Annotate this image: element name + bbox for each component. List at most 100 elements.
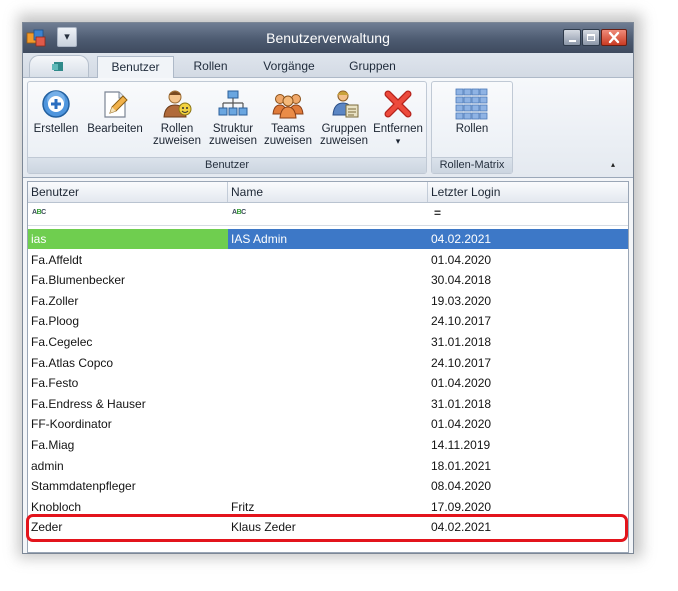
- tab-rollen[interactable]: Rollen: [178, 56, 243, 78]
- user-cell: Fa.Festo: [31, 376, 79, 391]
- tab-vorgaenge[interactable]: Vorgänge: [249, 56, 329, 78]
- name-cell: [228, 353, 428, 373]
- text-filter-icon: ABC: [232, 209, 246, 216]
- selected-table-row[interactable]: ias IAS Admin 04.02.2021: [28, 229, 628, 249]
- assign-roles-label-2: zuweisen: [153, 135, 201, 147]
- table-row[interactable]: FF-Koordinator 01.04.2020: [28, 414, 628, 434]
- table-row[interactable]: Fa.Affeldt 01.04.2020: [28, 250, 628, 270]
- assign-roles-button[interactable]: Rollen zuweisen: [148, 84, 206, 147]
- ribbon-group-rollen-matrix: Rollen Rollen-Matrix: [431, 81, 513, 174]
- assign-structure-label-2: zuweisen: [209, 135, 257, 147]
- assign-teams-label-2: zuweisen: [264, 135, 312, 147]
- table-row[interactable]: Fa.Atlas Copco 24.10.2017: [28, 353, 628, 373]
- login-cell: 01.04.2020: [431, 376, 492, 391]
- user-cell: Fa.Miag: [31, 438, 75, 452]
- roles-matrix-button[interactable]: Rollen: [438, 84, 506, 135]
- login-cell: 19.03.2020: [431, 293, 492, 308]
- table-row[interactable]: Fa.Blumenbecker 30.04.2018: [28, 270, 628, 290]
- filter-cell-letzter-login[interactable]: =: [428, 203, 628, 225]
- name-cell: [228, 311, 428, 331]
- edit-label: Bearbeiten: [87, 123, 143, 135]
- filter-cell-name[interactable]: ABC: [228, 203, 428, 225]
- window-title: Benutzerverwaltung: [266, 30, 390, 46]
- delete-icon: [384, 90, 412, 118]
- minimize-button[interactable]: [563, 29, 581, 46]
- name-cell: [228, 373, 428, 393]
- file-menu-tab[interactable]: [29, 55, 89, 77]
- remove-button[interactable]: Entfernen ▾: [370, 84, 426, 147]
- column-header-benutzer[interactable]: Benutzer: [28, 182, 228, 202]
- table-row[interactable]: Fa.Ploog 24.10.2017: [28, 311, 628, 331]
- table-row[interactable]: Fa.Miag 14.11.2019: [28, 435, 628, 455]
- name-cell: IAS Admin: [231, 232, 288, 246]
- minimize-icon: [569, 40, 576, 42]
- collapse-ribbon-icon[interactable]: ▴: [611, 160, 615, 169]
- matrix-grid-icon: [455, 88, 488, 120]
- login-cell: 18.01.2021: [431, 458, 492, 473]
- table-row[interactable]: Fa.Endress & Hauser 31.01.2018: [28, 394, 628, 414]
- user-cell: Stammdatenpfleger: [31, 479, 136, 494]
- assign-groups-button[interactable]: Gruppen zuweisen: [316, 84, 372, 147]
- login-cell: 01.04.2020: [431, 252, 492, 267]
- user-cell: Fa.Blumenbecker: [31, 273, 126, 288]
- users-grid: Benutzer Name Letzter Login ABC ABC = ia…: [27, 181, 629, 553]
- table-row[interactable]: Fa.Cegelec 31.01.2018: [28, 332, 628, 352]
- edit-user-button[interactable]: Bearbeiten: [84, 84, 146, 135]
- assign-teams-button[interactable]: Teams zuweisen: [260, 84, 316, 147]
- assign-groups-label-1: Gruppen: [321, 123, 367, 135]
- app-file-icon: [52, 62, 63, 71]
- user-cell: admin: [31, 458, 64, 473]
- filter-row: ABC ABC =: [28, 203, 628, 226]
- equals-filter-icon: =: [434, 206, 442, 220]
- ribbon-group-benutzer: Erstellen Bearbeiten Rollen zuweisen Str…: [27, 81, 427, 174]
- ribbon-tab-strip: Benutzer Rollen Vorgänge Gruppen: [23, 53, 633, 78]
- ribbon-group-label-benutzer: Benutzer: [28, 157, 426, 173]
- text-filter-icon: ABC: [32, 209, 46, 216]
- name-cell: [228, 332, 428, 352]
- group-icon: [332, 90, 359, 118]
- table-row[interactable]: Stammdatenpfleger 08.04.2020: [28, 476, 628, 496]
- close-icon: [608, 31, 620, 44]
- edit-icon: [104, 91, 128, 118]
- user-cell: Fa.Zoller: [31, 293, 79, 308]
- grid-header: Benutzer Name Letzter Login: [28, 182, 628, 203]
- highlight-box: [26, 514, 628, 542]
- create-label: Erstellen: [33, 123, 79, 135]
- login-cell: 30.04.2018: [431, 273, 492, 288]
- user-cell: Fa.Endress & Hauser: [31, 396, 146, 411]
- name-cell: [228, 270, 428, 290]
- name-cell: [228, 394, 428, 414]
- assign-structure-button[interactable]: Struktur zuweisen: [206, 84, 260, 147]
- login-cell: 31.01.2018: [431, 396, 492, 411]
- column-header-letzter-login[interactable]: Letzter Login: [428, 182, 628, 202]
- user-cell: Fa.Cegelec: [31, 335, 93, 349]
- user-roles-icon: [163, 90, 192, 118]
- login-cell: 08.04.2020: [431, 479, 492, 494]
- maximize-button[interactable]: [582, 29, 600, 46]
- roles-matrix-label: Rollen: [455, 123, 489, 135]
- ribbon: Erstellen Bearbeiten Rollen zuweisen Str…: [23, 78, 633, 178]
- user-cell: ias: [28, 229, 228, 249]
- tab-benutzer[interactable]: Benutzer: [97, 56, 174, 78]
- name-cell: [228, 476, 428, 496]
- maximize-icon: [587, 34, 595, 41]
- add-icon: [42, 90, 70, 118]
- close-button[interactable]: [601, 29, 627, 46]
- assign-groups-label-2: zuweisen: [320, 135, 368, 147]
- remove-dropdown-icon[interactable]: ▾: [396, 136, 401, 146]
- login-cell: 14.11.2019: [431, 438, 491, 452]
- assign-structure-label-1: Struktur: [212, 123, 254, 135]
- login-cell: 31.01.2018: [431, 335, 492, 349]
- title-bar[interactable]: ▾ Benutzerverwaltung: [23, 23, 633, 53]
- filter-cell-benutzer[interactable]: ABC: [28, 203, 228, 225]
- tab-gruppen[interactable]: Gruppen: [335, 56, 410, 78]
- assign-teams-label-1: Teams: [271, 123, 305, 135]
- table-row[interactable]: Fa.Festo 01.04.2020: [28, 373, 628, 393]
- login-cell: 04.02.2021: [431, 232, 492, 246]
- table-row[interactable]: Fa.Zoller 19.03.2020: [28, 291, 628, 311]
- org-structure-icon: [218, 90, 248, 116]
- login-cell: 01.04.2020: [431, 417, 492, 432]
- column-header-name[interactable]: Name: [228, 182, 428, 202]
- create-user-button[interactable]: Erstellen: [30, 84, 82, 135]
- table-row[interactable]: admin 18.01.2021: [28, 456, 628, 476]
